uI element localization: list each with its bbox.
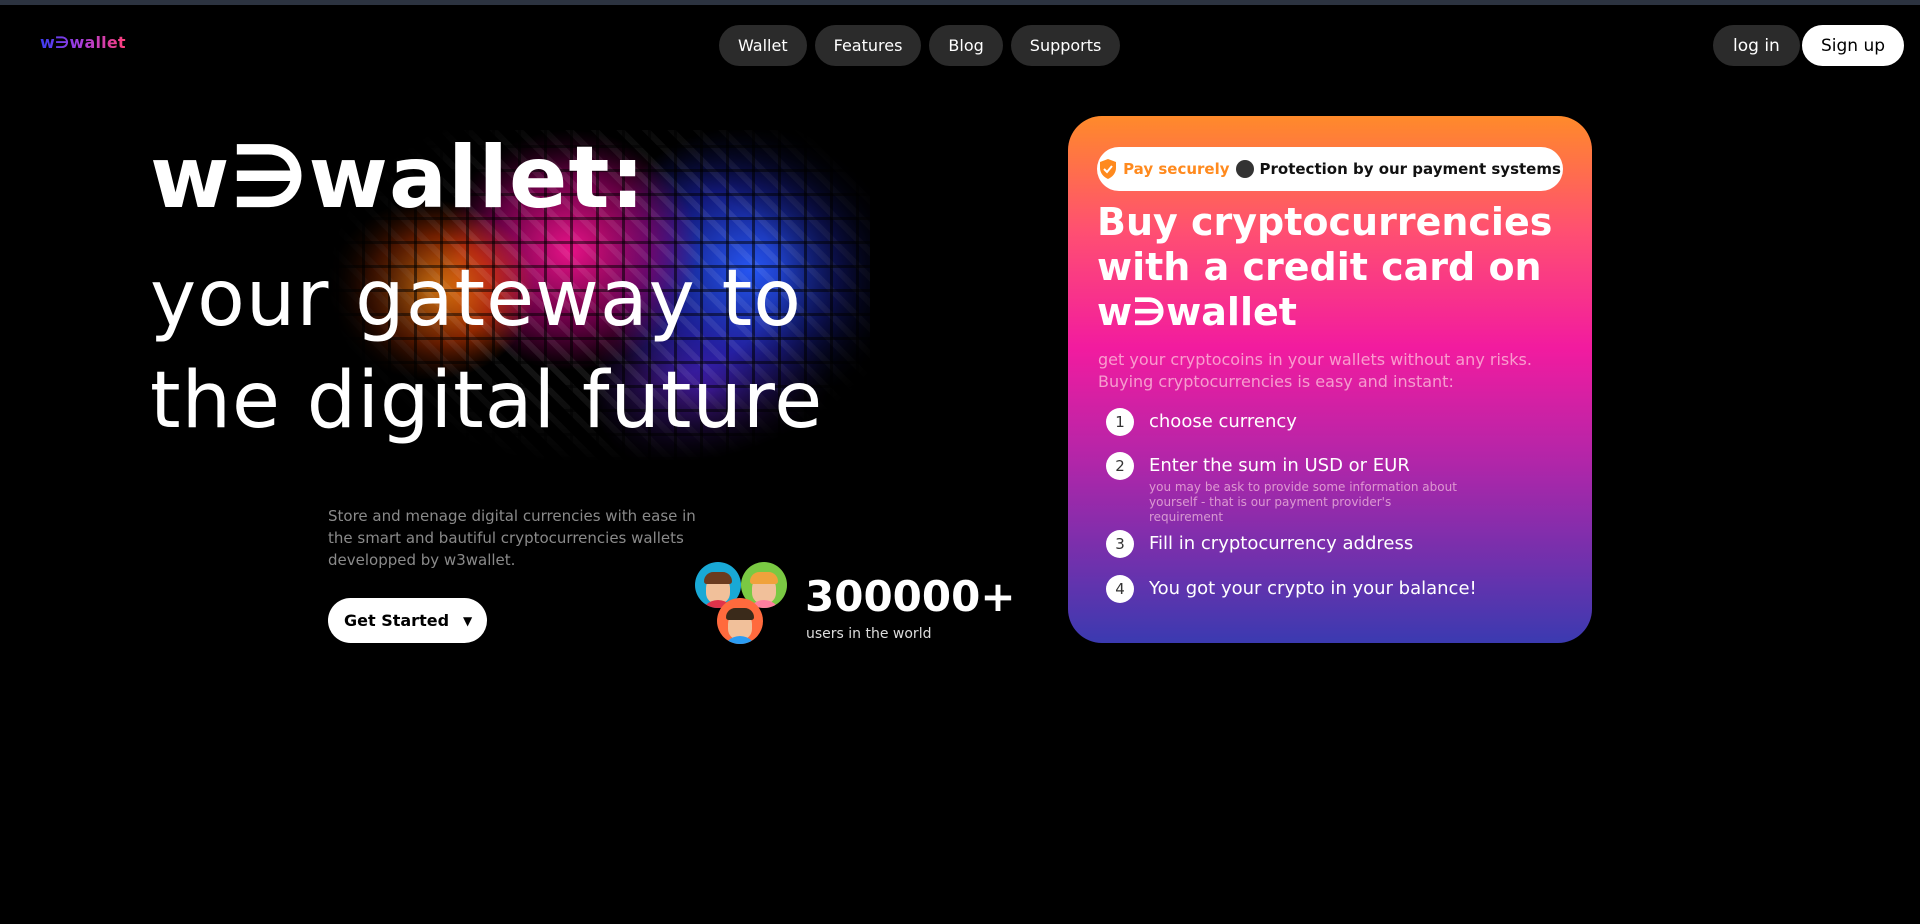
avatar-hair [704, 572, 732, 584]
step-number: 4 [1106, 575, 1134, 603]
caret-down-icon: ▼ [463, 613, 473, 628]
card-subtitle: get your cryptocoins in your wallets wit… [1098, 350, 1532, 391]
user-avatars [695, 562, 787, 646]
pay-securely-label: Pay securely [1123, 160, 1230, 178]
get-started-label: Get Started [344, 611, 450, 630]
nav-supports[interactable]: Supports [1010, 25, 1121, 66]
top-border [0, 0, 1920, 5]
payment-provider-icon [1235, 160, 1254, 178]
nav-features[interactable]: Features [814, 25, 922, 66]
page: w∋wallet Wallet Features Blog Supports l… [0, 0, 1920, 924]
payment-badge: Pay securely Protection by our payment s… [1097, 147, 1563, 191]
avatar-hair [750, 572, 778, 584]
buy-crypto-card: Pay securely Protection by our payment s… [1068, 116, 1592, 643]
avatar [717, 598, 763, 644]
step-note: you may be ask to provide some informati… [1149, 480, 1457, 524]
users-count: 300000+ [805, 572, 1016, 621]
step-text: Fill in cryptocurrency address [1149, 533, 1414, 554]
hero-title-brand: w∋wallet: [150, 128, 646, 228]
avatar-hair [726, 608, 754, 620]
step-number: 2 [1106, 452, 1134, 480]
shield-icon [1099, 159, 1117, 179]
hero-description: Store and menage digital currencies with… [328, 507, 696, 569]
signup-button[interactable]: Sign up [1802, 25, 1905, 66]
step-text: choose currency [1149, 411, 1297, 432]
hero-title-line-2: your gateway to [150, 254, 802, 344]
card-title: Buy cryptocurrencies with a credit card … [1097, 200, 1553, 334]
main-nav: Wallet Features Blog Supports [719, 25, 1121, 66]
nav-blog[interactable]: Blog [929, 25, 1003, 66]
list-item: 2 Enter the sum in USD or EUR you may be… [1106, 452, 1469, 525]
step-number: 3 [1106, 530, 1134, 558]
nav-wallet[interactable]: Wallet [719, 25, 807, 66]
protection-label: Protection by our payment systems [1259, 160, 1561, 178]
hero-title-line-3: the digital future [150, 356, 824, 446]
users-label: users in the world [806, 626, 932, 642]
step-text: Enter the sum in USD or EUR [1149, 455, 1410, 476]
step-text: You got your crypto in your balance! [1149, 578, 1477, 599]
list-item: 4 You got your crypto in your balance! [1106, 575, 1477, 603]
avatar-shirt [723, 636, 757, 644]
logo[interactable]: w∋wallet [40, 33, 126, 52]
list-item: 3 Fill in cryptocurrency address [1106, 530, 1413, 558]
get-started-button[interactable]: Get Started ▼ [328, 598, 487, 643]
list-item: 1 choose currency [1106, 408, 1297, 436]
step-number: 1 [1106, 408, 1134, 436]
login-button[interactable]: log in [1713, 25, 1800, 66]
